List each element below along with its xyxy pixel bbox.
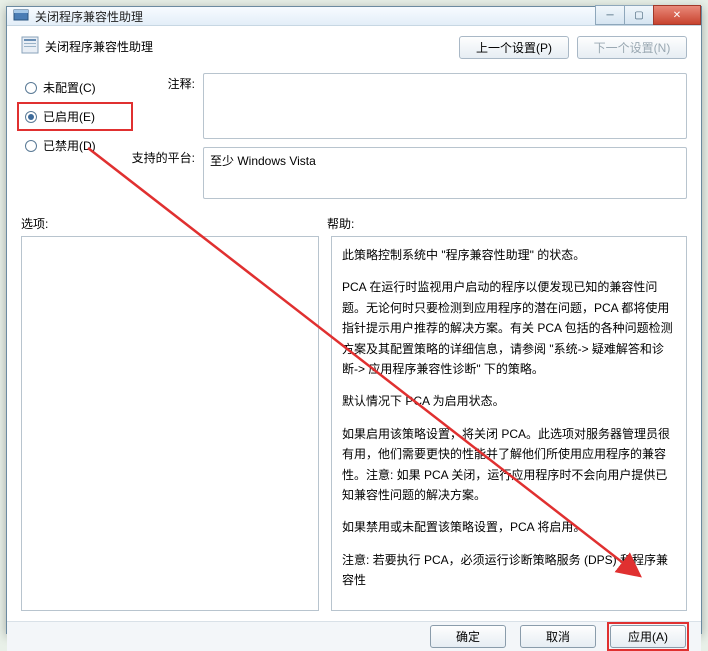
prev-setting-button[interactable]: 上一个设置(P) <box>459 36 569 59</box>
cancel-button[interactable]: 取消 <box>520 625 596 648</box>
window-title: 关闭程序兼容性助理 <box>35 8 596 25</box>
options-section-label: 选项: <box>21 215 327 232</box>
next-setting-button: 下一个设置(N) <box>577 36 687 59</box>
titlebar[interactable]: 关闭程序兼容性助理 ─ ▢ ✕ <box>7 7 701 26</box>
comment-label: 注释: <box>131 73 203 139</box>
radio-label: 已禁用(D) <box>43 137 96 154</box>
options-panel <box>21 236 319 611</box>
radio-not-configured[interactable]: 未配置(C) <box>21 73 121 102</box>
platform-label: 支持的平台: <box>131 147 203 199</box>
radio-label: 已启用(E) <box>43 108 95 125</box>
ok-button[interactable]: 确定 <box>430 625 506 648</box>
radio-enabled[interactable]: 已启用(E) <box>21 102 121 131</box>
radio-label: 未配置(C) <box>43 79 96 96</box>
help-section-label: 帮助: <box>327 215 687 232</box>
dialog-content: 关闭程序兼容性助理 上一个设置(P) 下一个设置(N) 未配置(C) 已启用(E… <box>7 26 701 621</box>
help-text: 此策略控制系统中 "程序兼容性助理" 的状态。 <box>342 245 676 265</box>
minimize-button[interactable]: ─ <box>595 5 625 25</box>
close-button[interactable]: ✕ <box>653 5 701 25</box>
radio-icon <box>25 111 37 123</box>
help-panel: 此策略控制系统中 "程序兼容性助理" 的状态。 PCA 在运行时监视用户启动的程… <box>331 236 687 611</box>
help-text: 默认情况下 PCA 为启用状态。 <box>342 391 676 411</box>
apply-button[interactable]: 应用(A) <box>610 625 686 648</box>
radio-disabled[interactable]: 已禁用(D) <box>21 131 121 160</box>
radio-icon <box>25 140 37 152</box>
maximize-button[interactable]: ▢ <box>624 5 654 25</box>
comment-input[interactable] <box>203 73 687 139</box>
help-text: 注意: 若要执行 PCA，必须运行诊断策略服务 (DPS) 和程序兼容性 <box>342 550 676 591</box>
dialog-window: 关闭程序兼容性助理 ─ ▢ ✕ 关闭程序兼容性助理 上一个设置(P) 下一个设置… <box>6 6 702 634</box>
dialog-footer: 确定 取消 应用(A) <box>7 621 701 651</box>
help-text: PCA 在运行时监视用户启动的程序以便发现已知的兼容性问题。无论何时只要检测到应… <box>342 277 676 379</box>
radio-group: 未配置(C) 已启用(E) 已禁用(D) <box>21 73 121 207</box>
page-icon <box>21 36 39 54</box>
radio-icon <box>25 82 37 94</box>
page-title: 关闭程序兼容性助理 <box>45 36 459 55</box>
app-icon <box>13 8 29 24</box>
help-text: 如果禁用或未配置该策略设置，PCA 将启用。 <box>342 517 676 537</box>
platform-field: 至少 Windows Vista <box>203 147 687 199</box>
help-text: 如果启用该策略设置，将关闭 PCA。此选项对服务器管理员很有用，他们需要更快的性… <box>342 424 676 506</box>
